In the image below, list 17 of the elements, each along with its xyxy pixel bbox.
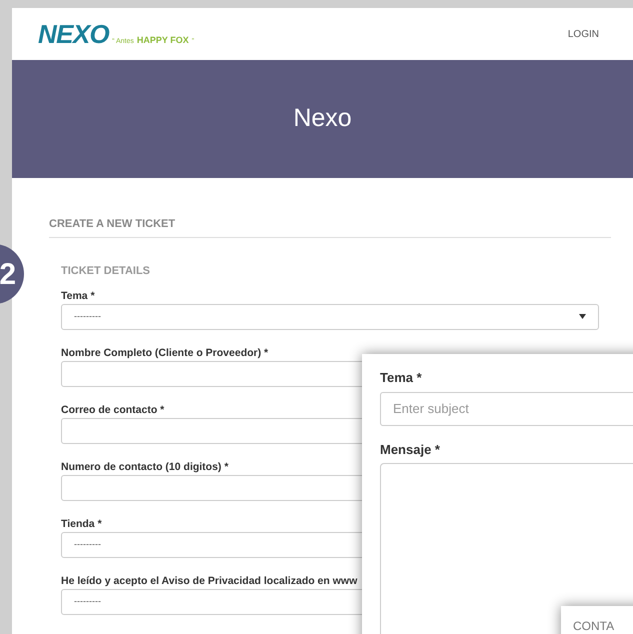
form-title: CREATE A NEW TICKET [49,216,611,238]
field-label: Nombre Completo (Cliente o Proveedor) * [61,346,268,358]
field-label: Tema * [61,290,95,302]
field-label: Numero de contacto (10 digitos) * [61,460,228,472]
callout-title: CONTA [573,619,614,633]
field-label: He leído y acepto el Aviso de Privacidad localizado en www [61,574,358,586]
login-link[interactable]: LOGIN [568,26,599,42]
select-field[interactable]: --------- [61,304,599,330]
banner-title: Nexo [293,103,352,134]
field-label: Tema * [380,369,422,387]
input-field[interactable]: Enter subject [380,392,633,426]
message-field[interactable] [380,463,633,634]
field-label: Correo de contacto * [61,404,164,416]
caret-icon [579,314,586,319]
field-label: Mensaje * [380,440,440,459]
field-label: Tienda * [61,518,102,530]
section-title: TICKET DETAILS [61,264,152,278]
